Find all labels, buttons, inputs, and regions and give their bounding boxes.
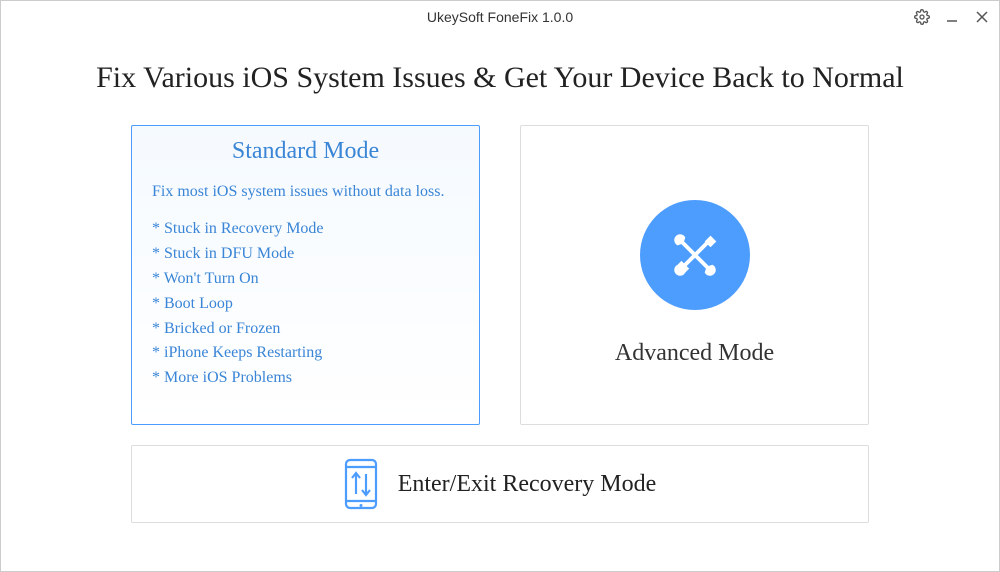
list-item: * Stuck in DFU Mode bbox=[152, 242, 459, 267]
standard-mode-list: * Stuck in Recovery Mode * Stuck in DFU … bbox=[152, 217, 459, 391]
page-title: Fix Various iOS System Issues & Get Your… bbox=[41, 61, 959, 95]
minimize-icon[interactable] bbox=[943, 8, 961, 26]
standard-mode-description: Fix most iOS system issues without data … bbox=[152, 181, 459, 203]
list-item: * Won't Turn On bbox=[152, 267, 459, 292]
standard-mode-title: Standard Mode bbox=[152, 138, 459, 165]
advanced-mode-title: Advanced Mode bbox=[615, 340, 774, 367]
phone-arrows-icon bbox=[344, 458, 378, 510]
titlebar: UkeySoft FoneFix 1.0.0 bbox=[1, 1, 999, 33]
close-icon[interactable] bbox=[973, 8, 991, 26]
list-item: * Stuck in Recovery Mode bbox=[152, 217, 459, 242]
recovery-mode-button[interactable]: Enter/Exit Recovery Mode bbox=[131, 445, 869, 523]
advanced-mode-card[interactable]: Advanced Mode bbox=[520, 125, 869, 425]
window-controls bbox=[913, 1, 991, 33]
list-item: * Bricked or Frozen bbox=[152, 317, 459, 342]
list-item: * More iOS Problems bbox=[152, 366, 459, 391]
tools-icon bbox=[640, 200, 750, 310]
list-item: * Boot Loop bbox=[152, 292, 459, 317]
mode-cards-row: Standard Mode Fix most iOS system issues… bbox=[41, 125, 959, 425]
standard-mode-card[interactable]: Standard Mode Fix most iOS system issues… bbox=[131, 125, 480, 425]
content-area: Fix Various iOS System Issues & Get Your… bbox=[1, 33, 999, 543]
window-title: UkeySoft FoneFix 1.0.0 bbox=[427, 9, 573, 25]
settings-icon[interactable] bbox=[913, 8, 931, 26]
recovery-mode-label: Enter/Exit Recovery Mode bbox=[398, 471, 657, 498]
list-item: * iPhone Keeps Restarting bbox=[152, 341, 459, 366]
